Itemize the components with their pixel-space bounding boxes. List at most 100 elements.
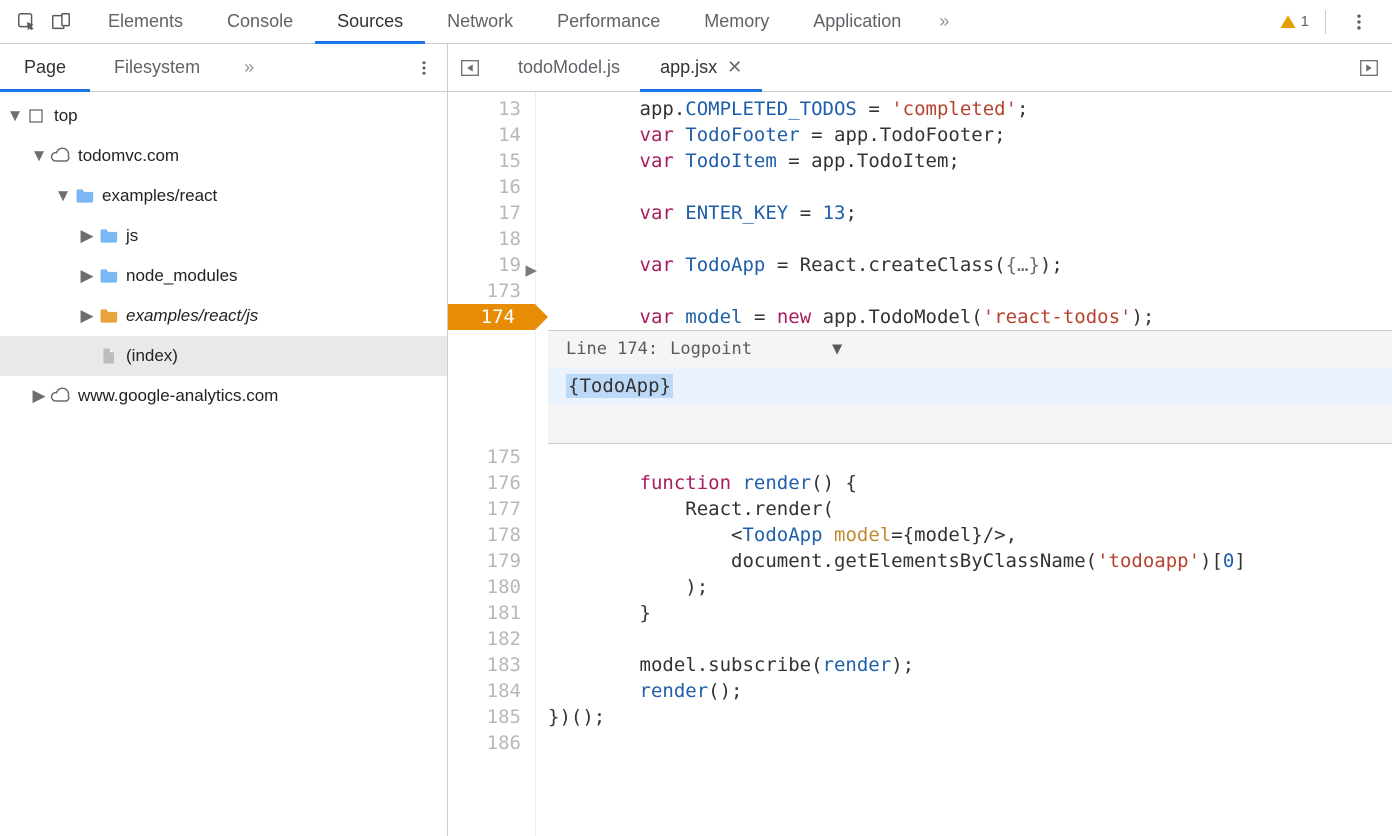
line-number[interactable]: 183: [448, 652, 535, 678]
line-number[interactable]: 184: [448, 678, 535, 704]
panel-tab-network[interactable]: Network: [425, 0, 535, 43]
tree-label: www.google-analytics.com: [78, 386, 278, 406]
code-line: var TodoFooter = app.TodoFooter;: [548, 122, 1392, 148]
logpoint-input[interactable]: {TodoApp}: [548, 367, 1392, 405]
expand-arrow-icon[interactable]: ▶: [80, 266, 94, 286]
breakpoint-line-number[interactable]: 174: [448, 304, 535, 330]
devtools-toolbar: Elements Console Sources Network Perform…: [0, 0, 1392, 44]
panel-tab-performance[interactable]: Performance: [535, 0, 682, 43]
tree-row[interactable]: (index): [0, 336, 447, 376]
panel-tab-elements[interactable]: Elements: [86, 0, 205, 43]
navigator-sidebar: Page Filesystem » ▼top▼todomvc.com▼examp…: [0, 44, 448, 836]
logpoint-widget: Line 174:Logpoint▼{TodoApp}: [548, 330, 1392, 444]
code-line: })();: [548, 704, 1392, 730]
line-number[interactable]: 16: [448, 174, 535, 200]
tree-row[interactable]: ▶ examples/react/js: [0, 296, 447, 336]
line-number[interactable]: 173: [448, 278, 535, 304]
logpoint-expression: {TodoApp}: [566, 374, 673, 398]
tree-label: examples/react/js: [126, 306, 258, 326]
line-number[interactable]: 186: [448, 730, 535, 756]
file-tab-todoModel[interactable]: todoModel.js: [498, 44, 640, 91]
line-number[interactable]: 176: [448, 470, 535, 496]
kebab-menu-icon[interactable]: [1342, 5, 1376, 39]
panel-label: Application: [813, 11, 901, 32]
close-tab-icon[interactable]: ✕: [727, 57, 742, 78]
line-number[interactable]: 179: [448, 548, 535, 574]
code-line: app.COMPLETED_TODOS = 'completed';: [548, 96, 1392, 122]
line-number[interactable]: 13: [448, 96, 535, 122]
code-line: [548, 730, 1392, 756]
file-tree[interactable]: ▼top▼todomvc.com▼examples/react▶js▶node_…: [0, 92, 447, 836]
tree-row[interactable]: ▶js: [0, 216, 447, 256]
panel-label: Elements: [108, 11, 183, 32]
tree-label: node_modules: [126, 266, 238, 286]
code-line: [548, 444, 1392, 470]
navigator-menu-icon[interactable]: [415, 59, 447, 77]
line-number[interactable]: 178: [448, 522, 535, 548]
tree-row[interactable]: ▶ www.google-analytics.com: [0, 376, 447, 416]
panel-label: Memory: [704, 11, 769, 32]
nav-tab-label: Filesystem: [114, 57, 200, 78]
code-line: render();: [548, 678, 1392, 704]
panel-tab-memory[interactable]: Memory: [682, 0, 791, 43]
code-content[interactable]: app.COMPLETED_TODOS = 'completed'; var T…: [536, 92, 1392, 836]
line-gutter[interactable]: 13141516171819▶1731741751761771781791801…: [448, 92, 536, 836]
more-nav-tabs-icon[interactable]: »: [244, 57, 254, 78]
code-line: }: [548, 600, 1392, 626]
inspect-element-icon[interactable]: [10, 5, 44, 39]
line-number[interactable]: 177: [448, 496, 535, 522]
more-panels-icon[interactable]: »: [923, 0, 965, 43]
expand-arrow-icon[interactable]: ▶: [80, 306, 94, 326]
line-number[interactable]: 181: [448, 600, 535, 626]
code-line: model.subscribe(render);: [548, 652, 1392, 678]
panel-tab-application[interactable]: Application: [791, 0, 923, 43]
divider: [1325, 10, 1326, 34]
show-debugger-icon[interactable]: [1358, 57, 1386, 79]
expand-arrow-icon[interactable]: [80, 346, 94, 366]
line-number[interactable]: 175: [448, 444, 535, 470]
expand-arrow-icon[interactable]: ▼: [8, 106, 22, 126]
code-editor[interactable]: 13141516171819▶1731741751761771781791801…: [448, 92, 1392, 836]
code-line: function render() {: [548, 470, 1392, 496]
tree-label: (index): [126, 346, 178, 366]
tree-row[interactable]: ▶ node_modules: [0, 256, 447, 296]
show-navigator-icon[interactable]: [454, 52, 486, 84]
code-line: var model = new app.TodoModel('react-tod…: [548, 304, 1392, 330]
code-line: [548, 626, 1392, 652]
tree-row[interactable]: ▼examples/react: [0, 176, 447, 216]
line-number[interactable]: 19▶: [448, 252, 535, 278]
cloud-icon: [48, 146, 72, 166]
frame-icon: [24, 107, 48, 125]
line-number[interactable]: 17: [448, 200, 535, 226]
expand-arrow-icon[interactable]: ▶: [32, 386, 46, 406]
panel-label: Console: [227, 11, 293, 32]
panel-tab-sources[interactable]: Sources: [315, 0, 425, 43]
code-line: var TodoItem = app.TodoItem;: [548, 148, 1392, 174]
line-number[interactable]: 18: [448, 226, 535, 252]
code-line: );: [548, 574, 1392, 600]
warnings-badge[interactable]: 1: [1279, 13, 1309, 31]
toolbar-right: 1: [1279, 5, 1382, 39]
code-line: [548, 174, 1392, 200]
device-toolbar-icon[interactable]: [44, 5, 78, 39]
panel-tab-console[interactable]: Console: [205, 0, 315, 43]
expand-arrow-icon[interactable]: ▼: [32, 146, 46, 166]
nav-tab-filesystem[interactable]: Filesystem: [90, 44, 224, 91]
code-line: document.getElementsByClassName('todoapp…: [548, 548, 1392, 574]
nav-tab-page[interactable]: Page: [0, 44, 90, 91]
tree-label: top: [54, 106, 78, 126]
editor-tabs: todoModel.js app.jsx ✕: [448, 44, 1392, 92]
panel-label: Performance: [557, 11, 660, 32]
expand-arrow-icon[interactable]: ▼: [56, 186, 70, 206]
tree-row[interactable]: ▼todomvc.com: [0, 136, 447, 176]
line-number[interactable]: 180: [448, 574, 535, 600]
file-tab-app-jsx[interactable]: app.jsx ✕: [640, 44, 762, 91]
line-number[interactable]: 185: [448, 704, 535, 730]
expand-arrow-icon[interactable]: ▶: [80, 226, 94, 246]
line-number[interactable]: 15: [448, 148, 535, 174]
line-number[interactable]: 14: [448, 122, 535, 148]
line-number[interactable]: 182: [448, 626, 535, 652]
tree-row[interactable]: ▼ top: [0, 96, 447, 136]
warnings-count: 1: [1301, 13, 1309, 30]
breakpoint-type-dropdown[interactable]: Logpoint▼: [670, 339, 842, 359]
